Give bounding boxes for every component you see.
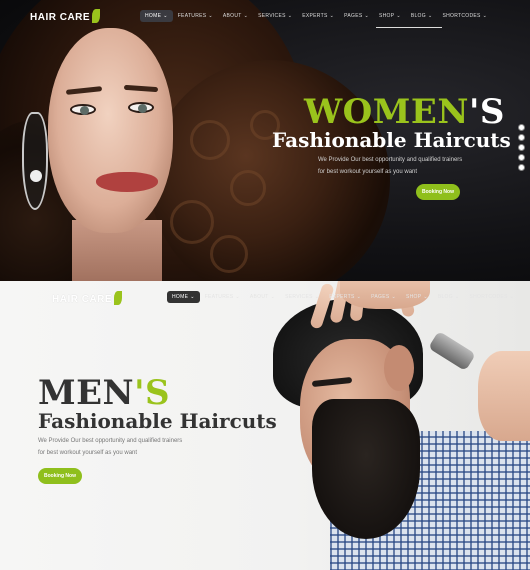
facebook-icon[interactable] (518, 124, 525, 131)
chevron-down-icon: ⌄ (235, 294, 240, 300)
chevron-down-icon: ⌄ (356, 294, 362, 300)
barber-hand-right (478, 351, 530, 441)
hair-curl (190, 120, 230, 160)
man-ear (384, 345, 414, 391)
hero-description-line: We Provide Our best opportunity and qual… (38, 438, 183, 444)
leaf-icon (114, 291, 123, 305)
woman-face (48, 28, 173, 233)
nav-item-shortcodes[interactable]: SHORTCODES ⌄ (437, 10, 492, 22)
chevron-down-icon: ⌄ (427, 13, 433, 19)
earring (22, 112, 48, 210)
woman-lips (96, 172, 158, 192)
twitter-icon[interactable] (518, 134, 525, 141)
nav-item-shop[interactable]: SHOP ⌄ (401, 291, 433, 303)
nav-item-features[interactable]: FEATURES ⌄ (173, 10, 218, 22)
chevron-down-icon: ⌄ (423, 294, 428, 300)
nav-item-home[interactable]: HOME ⌄ (167, 291, 200, 303)
chevron-down-icon: ⌄ (509, 294, 515, 300)
chevron-down-icon: ⌄ (287, 13, 293, 19)
chevron-down-icon: ⌄ (243, 13, 249, 19)
logo-text: HAIR CARE (52, 294, 113, 305)
main-nav: HOME ⌄ FEATURES ⌄ ABOUT ⌄ SERVICES ⌄ EXPERTS… (140, 10, 492, 22)
booking-now-button[interactable]: Booking Now (38, 468, 82, 484)
men-hero-section: HAIR CARE HOME ⌄ FEATURES ⌄ ABOUT ⌄ SERVICE… (0, 281, 530, 570)
logo[interactable]: HAIR CARE (30, 9, 101, 23)
hair-curl (170, 200, 214, 244)
nav-item-shop[interactable]: SHOP ⌄ (374, 10, 406, 22)
leaf-icon (92, 9, 101, 23)
nav-item-about[interactable]: ABOUT ⌄ (245, 291, 280, 303)
linkedin-icon[interactable] (518, 154, 525, 161)
page: HAIR CARE HOME ⌄ FEATURES ⌄ ABOUT ⌄ SERVICE… (0, 0, 530, 570)
chevron-down-icon: ⌄ (364, 13, 369, 19)
nav-item-services[interactable]: SERVICES ⌄ (253, 10, 297, 22)
nav-item-pages[interactable]: PAGES ⌄ (339, 10, 374, 22)
hero-title: WOMEN'S (304, 92, 505, 132)
nav-item-services[interactable]: SERVICES ⌄ (280, 291, 324, 303)
nav-underline (376, 27, 442, 28)
nav-item-blog[interactable]: BLOG ⌄ (406, 10, 438, 22)
nav-item-pages[interactable]: PAGES ⌄ (366, 291, 401, 303)
man-beard (312, 399, 420, 539)
nav-item-shortcodes[interactable]: SHORTCODES ⌄ (464, 291, 519, 303)
hero-description-line: for best workout yourself as you want (38, 450, 138, 456)
chevron-down-icon: ⌄ (208, 13, 213, 19)
eyebrow (123, 84, 159, 93)
hero-title: MEN'S (38, 373, 170, 413)
google-plus-icon[interactable] (518, 144, 525, 151)
hero-description-line: We Provide Our best opportunity and qual… (318, 157, 463, 163)
hero-description: We Provide Our best opportunity and qual… (38, 435, 182, 459)
eye (128, 102, 154, 113)
hero-description-line: for best workout yourself as you want (318, 169, 418, 175)
chevron-down-icon: ⌄ (329, 13, 335, 19)
nav-item-experts[interactable]: EXPERTS ⌄ (297, 10, 339, 22)
hero-title-accent: WOMEN (304, 92, 469, 132)
chevron-down-icon: ⌄ (314, 294, 320, 300)
booking-now-button[interactable]: Booking Now (416, 184, 460, 200)
nav-item-about[interactable]: ABOUT ⌄ (218, 10, 253, 22)
hair-curl (230, 170, 266, 206)
hero-title-main: MEN (38, 373, 135, 413)
pinterest-icon[interactable] (518, 164, 525, 171)
nav-item-experts[interactable]: EXPERTS ⌄ (324, 291, 366, 303)
hero-title-rest: 'S (468, 92, 505, 132)
nav-item-home[interactable]: HOME ⌄ (140, 10, 173, 22)
hair-clipper (428, 330, 476, 372)
main-nav: HOME ⌄ FEATURES ⌄ ABOUT ⌄ SERVICES ⌄ EXPERTS… (167, 291, 519, 303)
hero-subtitle: Fashionable Haircuts (272, 128, 511, 152)
chevron-down-icon: ⌄ (454, 294, 460, 300)
earring-pearl (30, 170, 42, 182)
chevron-down-icon: ⌄ (270, 294, 276, 300)
nav-item-features[interactable]: FEATURES ⌄ (200, 291, 245, 303)
chevron-down-icon: ⌄ (391, 294, 396, 300)
hero-title-accent: 'S (134, 373, 171, 413)
hero-description: We Provide Our best opportunity and qual… (318, 154, 462, 178)
hair-curl (210, 235, 248, 273)
logo[interactable]: HAIR CARE (52, 291, 123, 305)
chevron-down-icon: ⌄ (190, 294, 195, 300)
logo-text: HAIR CARE (30, 12, 91, 23)
nav-item-blog[interactable]: BLOG ⌄ (433, 291, 465, 303)
eyebrow (65, 86, 103, 95)
chevron-down-icon: ⌄ (482, 13, 488, 19)
eye (70, 104, 96, 115)
women-hero-section: HAIR CARE HOME ⌄ FEATURES ⌄ ABOUT ⌄ SERVICE… (0, 0, 530, 281)
social-icons (518, 124, 525, 171)
hero-subtitle: Fashionable Haircuts (38, 409, 277, 433)
chevron-down-icon: ⌄ (396, 13, 401, 19)
chevron-down-icon: ⌄ (163, 13, 168, 19)
